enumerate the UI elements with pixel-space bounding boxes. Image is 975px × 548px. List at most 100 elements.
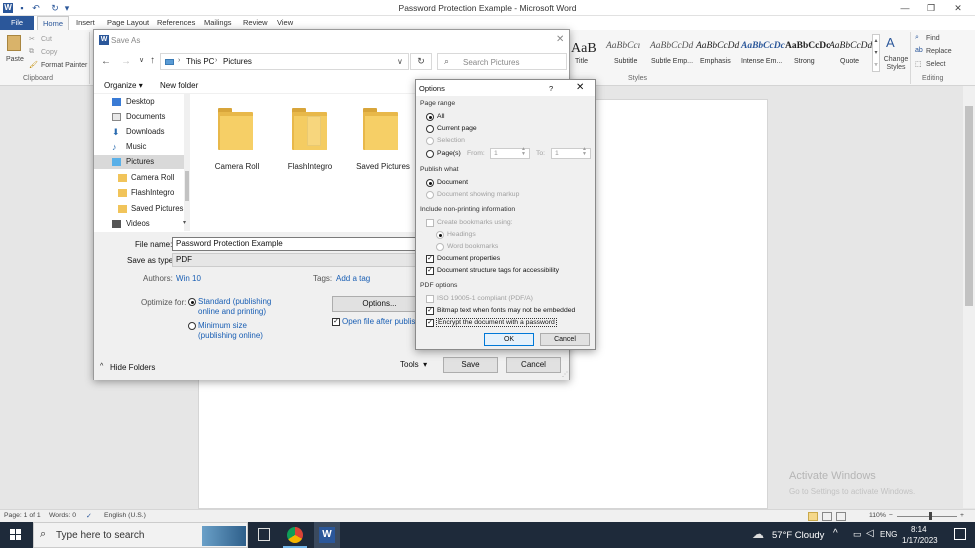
notifications-icon[interactable] — [954, 528, 966, 540]
weather-text[interactable]: 57°F Cloudy — [772, 530, 824, 541]
style-subtle-emphasis-name[interactable]: Subtle Emp... — [651, 58, 693, 65]
minimize-icon[interactable]: — — [892, 2, 918, 14]
pages-radio[interactable] — [426, 150, 434, 158]
nav-scrollbar-thumb[interactable] — [185, 171, 189, 201]
refresh-icon[interactable]: ↻ — [410, 53, 432, 70]
chevron-up-icon[interactable]: ^ — [100, 363, 103, 370]
tags-value[interactable]: Add a tag — [336, 274, 370, 283]
breadcrumb-pictures[interactable]: Pictures — [223, 57, 252, 66]
flashintegro-folder-label[interactable]: FlashIntegro — [275, 162, 345, 171]
optimize-minimum-radio[interactable] — [188, 322, 196, 330]
camera-roll-folder-label[interactable]: Camera Roll — [202, 162, 272, 171]
select-button[interactable]: Select — [926, 61, 945, 68]
selection-radio[interactable] — [426, 137, 434, 145]
style-quote-sample[interactable]: AaBbCcDd — [829, 41, 872, 51]
zoom-level[interactable]: 110% — [869, 512, 886, 519]
close-icon[interactable]: ✕ — [945, 2, 971, 14]
doc-properties-checkbox[interactable]: ✓ — [426, 255, 434, 263]
options-cancel-button[interactable]: Cancel — [540, 333, 590, 346]
style-strong-sample[interactable]: AaBbCcDc — [785, 41, 830, 51]
style-title-name[interactable]: Title — [575, 58, 588, 65]
restore-icon[interactable]: ❐ — [918, 2, 944, 14]
volume-icon[interactable]: ◁ — [866, 528, 874, 539]
style-quote-name[interactable]: Quote — [840, 58, 859, 65]
tab-view[interactable]: View — [277, 18, 293, 27]
options-button[interactable]: Options... — [332, 296, 427, 312]
style-subtitle-name[interactable]: Subtitle — [614, 58, 637, 65]
style-emphasis-sample[interactable]: AaBbCcDd — [696, 41, 739, 51]
page-count[interactable]: Page: 1 of 1 — [4, 512, 41, 519]
camera-roll-folder-icon[interactable] — [218, 106, 253, 150]
from-spinner-icon[interactable]: ▲ ▼ — [521, 147, 526, 157]
create-bookmarks-checkbox[interactable] — [426, 219, 434, 227]
nav-music[interactable]: ♪ Music — [94, 140, 186, 154]
organize-button[interactable]: Organize ▾ — [104, 81, 143, 90]
optimize-minimum-label-1[interactable]: Minimum size — [198, 321, 247, 330]
new-folder-button[interactable]: New folder — [160, 81, 198, 90]
nav-pictures[interactable]: Pictures — [94, 155, 186, 169]
save-as-close-icon[interactable]: ✕ — [556, 34, 564, 45]
nav-documents[interactable]: Documents — [94, 110, 186, 124]
input-language[interactable]: ENG — [880, 530, 897, 539]
nav-saved-pictures[interactable]: Saved Pictures — [94, 202, 186, 216]
open-after-publishing-checkbox[interactable]: ✓ — [332, 318, 340, 326]
tab-page-layout[interactable]: Page Layout — [107, 18, 149, 27]
save-button[interactable]: Save — [443, 357, 498, 373]
document-markup-radio[interactable] — [426, 191, 434, 199]
tab-review[interactable]: Review — [243, 18, 268, 27]
forward-icon[interactable]: → — [121, 56, 131, 67]
cut-button[interactable]: Cut — [41, 36, 52, 43]
zoom-slider[interactable] — [897, 516, 957, 517]
headings-radio[interactable] — [436, 231, 444, 239]
to-spinner-icon[interactable]: ▲ ▼ — [582, 147, 587, 157]
encrypt-label[interactable]: Encrypt the document with a password — [436, 318, 557, 327]
up-icon[interactable]: ↑ — [150, 55, 155, 66]
tab-insert[interactable]: Insert — [76, 18, 95, 27]
nav-videos[interactable]: Videos — [94, 217, 186, 231]
style-title-sample[interactable]: AaB — [571, 41, 597, 57]
style-intense-emphasis-sample[interactable]: AaBbCcDc — [741, 41, 785, 51]
resize-grip-icon[interactable]: ⋰ — [562, 371, 568, 378]
doc-structure-label[interactable]: Document structure tags for accessibilit… — [437, 267, 559, 274]
zoom-slider-thumb[interactable] — [929, 512, 932, 520]
format-painter-button[interactable]: Format Painter — [41, 62, 87, 69]
bitmap-text-label[interactable]: Bitmap text when fonts may not be embedd… — [437, 307, 575, 314]
network-icon[interactable]: ▭ — [853, 529, 862, 540]
styles-scroll-icon[interactable]: ▴ ▾ ▿ — [872, 34, 880, 72]
current-page-radio[interactable] — [426, 125, 434, 133]
style-intense-emphasis-name[interactable]: Intense Em... — [741, 58, 782, 65]
zoom-out-icon[interactable]: − — [889, 512, 893, 519]
tab-file[interactable]: File — [0, 16, 34, 30]
proofing-icon[interactable]: ✓ — [86, 512, 92, 520]
search-pictures-input[interactable]: ⌕ Search Pictures — [437, 53, 567, 70]
style-subtle-emphasis-sample[interactable]: AaBbCcDd — [650, 41, 693, 51]
pages-label[interactable]: Page(s) — [437, 150, 461, 157]
breadcrumb-this-pc[interactable]: This PC — [186, 57, 214, 66]
language[interactable]: English (U.S.) — [104, 512, 146, 519]
encrypt-checkbox[interactable]: ✓ — [426, 319, 434, 327]
doc-structure-checkbox[interactable]: ✓ — [426, 267, 434, 275]
paste-label[interactable]: Paste — [6, 56, 24, 63]
word-count[interactable]: Words: 0 — [49, 512, 76, 519]
word-bookmarks-radio[interactable] — [436, 243, 444, 251]
saved-pictures-folder-icon[interactable] — [363, 106, 398, 150]
change-styles-button[interactable]: Change Styles — [883, 56, 909, 72]
clock-time[interactable]: 8:14 — [911, 525, 927, 534]
style-strong-name[interactable]: Strong — [794, 58, 815, 65]
bitmap-text-checkbox[interactable]: ✓ — [426, 307, 434, 315]
iso-checkbox[interactable] — [426, 295, 434, 303]
tab-home[interactable]: Home — [37, 16, 69, 30]
all-label[interactable]: All — [437, 113, 445, 120]
address-dropdown-icon[interactable]: ∨ — [397, 57, 403, 66]
optimize-standard-radio[interactable] — [188, 298, 196, 306]
word-taskbar-button[interactable]: W — [314, 522, 340, 548]
nav-camera-roll[interactable]: Camera Roll — [94, 171, 186, 185]
copy-button[interactable]: Copy — [41, 49, 57, 56]
document-label[interactable]: Document — [437, 179, 468, 186]
back-icon[interactable]: ← — [101, 56, 111, 67]
authors-value[interactable]: Win 10 — [176, 274, 201, 283]
nav-scrollbar[interactable] — [184, 94, 190, 231]
saved-pictures-folder-label[interactable]: Saved Pictures — [348, 162, 418, 171]
all-radio[interactable] — [426, 113, 434, 121]
doc-properties-label[interactable]: Document properties — [437, 255, 500, 262]
